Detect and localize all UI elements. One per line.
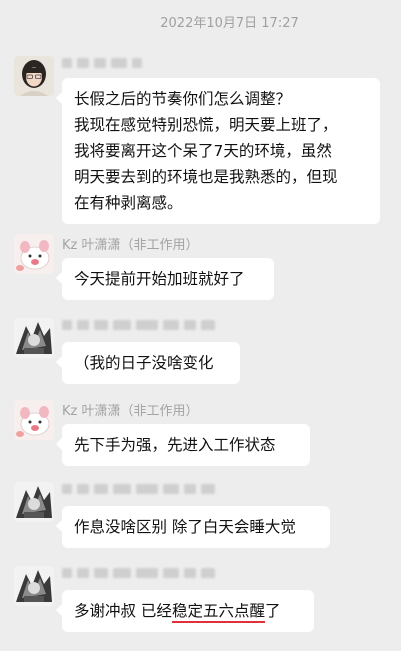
avatar[interactable] [14,400,54,440]
sender-name-blurred [62,484,215,494]
sender-name-blurred [62,568,215,578]
sender-name: Kz 叶潇潇（非工作用） [62,238,199,253]
message-text: 多谢冲叔 已经 [74,602,172,620]
message-text: 作息没啥区别 除了白天会睡大觉 [74,518,296,536]
message-line: 我将要离开这个呆了7天的环境，虽然 [74,142,332,160]
message-bubble[interactable]: 多谢冲叔 已经稳定五六点醒了 [56,590,314,632]
message-bubble[interactable]: 今天提前开始加班就好了 [56,258,274,300]
message-bubble[interactable]: 作息没啥区别 除了白天会睡大觉 [56,506,330,548]
message-line: 在有种剥离感。 [74,194,183,212]
avatar[interactable] [14,482,54,522]
message-line: 我现在感觉特别恐慌，明天要上班了， [74,116,338,134]
message-text: 先下手为强，先进入工作状态 [74,436,276,454]
message-line: 长假之后的节奏你们怎么调整？ [74,90,292,108]
sender-name-blurred [62,320,215,330]
message-bubble[interactable]: （我的日子没啥变化 [56,342,240,384]
message-text: （我的日子没啥变化 [74,354,214,372]
avatar[interactable] [14,234,54,274]
message-text: 今天提前开始加班就好了 [74,270,245,288]
timestamp: 2022年10月7日 17:27 [160,16,299,31]
sender-name-blurred [62,58,142,68]
message-text: 了 [264,602,281,620]
avatar[interactable] [14,566,54,606]
avatar[interactable] [14,318,54,358]
message-bubble[interactable]: 先下手为强，先进入工作状态 [56,424,310,466]
sender-name: Kz 叶潇潇（非工作用） [62,404,199,419]
avatar[interactable] [14,56,54,96]
message-line: 明天要去到的环境也是我熟悉的，但现 [74,168,338,186]
message-highlight-text: 稳定五六点醒 [171,602,265,623]
message-bubble[interactable]: 长假之后的节奏你们怎么调整？ 我现在感觉特别恐慌，明天要上班了， 我将要离开这个… [56,78,380,224]
